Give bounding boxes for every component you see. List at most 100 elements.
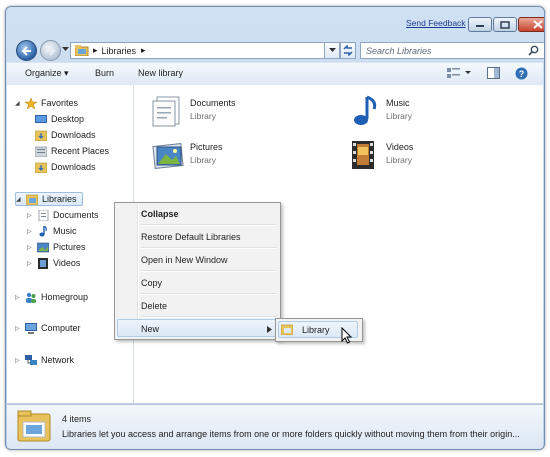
caption-buttons bbox=[467, 17, 544, 32]
maximize-icon bbox=[500, 20, 510, 29]
nav-computer[interactable]: ▷ Computer bbox=[15, 321, 81, 335]
burn-button[interactable]: Burn bbox=[95, 68, 114, 78]
library-name: Pictures bbox=[190, 142, 223, 152]
item-count: 4 items bbox=[62, 414, 92, 424]
nav-label: Homegroup bbox=[41, 292, 89, 302]
back-arrow-icon bbox=[21, 45, 31, 56]
videos-library-icon bbox=[352, 141, 374, 169]
documents-library-icon bbox=[152, 96, 180, 127]
nav-homegroup[interactable]: ▷ Homegroup bbox=[15, 290, 88, 304]
expand-triangle-icon[interactable]: ▷ bbox=[27, 228, 35, 235]
details-pane: 4 items Libraries let you access and arr… bbox=[7, 404, 543, 449]
nav-label: Libraries bbox=[42, 194, 77, 204]
nav-label: Desktop bbox=[51, 114, 85, 124]
change-view-icon[interactable] bbox=[447, 68, 460, 79]
nav-label: Videos bbox=[53, 258, 81, 268]
submenu-arrow-icon bbox=[267, 326, 272, 333]
library-name: Documents bbox=[190, 98, 236, 108]
view-options-chevron-icon[interactable] bbox=[465, 71, 471, 75]
library-type: Library bbox=[190, 111, 216, 121]
nav-downloads-2[interactable]: Downloads bbox=[35, 160, 96, 174]
close-button[interactable] bbox=[518, 17, 544, 32]
menu-separator bbox=[141, 247, 277, 249]
nav-downloads[interactable]: Downloads bbox=[35, 128, 96, 142]
search-icon bbox=[528, 45, 539, 56]
library-item-documents[interactable]: Documents Library bbox=[151, 95, 236, 127]
minimize-icon bbox=[476, 24, 484, 27]
menu-item-new[interactable]: New bbox=[141, 324, 159, 334]
nav-desktop[interactable]: Desktop bbox=[35, 112, 84, 126]
star-icon bbox=[25, 97, 37, 109]
computer-icon bbox=[25, 322, 37, 334]
library-icon bbox=[281, 324, 293, 335]
forward-arrow-icon bbox=[46, 45, 56, 56]
music-note-icon bbox=[39, 225, 47, 236]
libraries-folder-icon bbox=[75, 45, 89, 56]
library-name: Music bbox=[386, 98, 410, 108]
navigation-bar: ▸ Libraries ▸ Search Libraries bbox=[16, 40, 544, 64]
breadcrumb-libraries[interactable]: Libraries bbox=[102, 46, 137, 56]
forward-button[interactable] bbox=[40, 40, 61, 61]
send-feedback-link[interactable]: Send Feedback bbox=[406, 18, 466, 28]
nav-network[interactable]: ▷ Network bbox=[15, 353, 74, 367]
expand-triangle-icon[interactable]: ▷ bbox=[27, 260, 35, 267]
mouse-cursor-icon bbox=[341, 327, 353, 344]
search-box[interactable]: Search Libraries bbox=[360, 42, 544, 59]
submenu-item-library[interactable]: Library bbox=[302, 325, 330, 335]
expand-triangle-icon[interactable]: ▷ bbox=[27, 212, 35, 219]
desktop-icon bbox=[35, 114, 47, 123]
nav-recent-places[interactable]: Recent Places bbox=[35, 144, 109, 158]
menu-item-delete[interactable]: Delete bbox=[141, 301, 167, 311]
nav-lib-videos[interactable]: ▷ Videos bbox=[27, 256, 80, 270]
library-type: Library bbox=[190, 155, 216, 165]
documents-icon bbox=[38, 209, 49, 221]
nav-lib-music[interactable]: ▷ Music bbox=[27, 224, 77, 238]
recent-pages-dropdown-icon[interactable] bbox=[62, 47, 69, 52]
library-item-music[interactable]: Music Library bbox=[347, 95, 412, 127]
organize-button[interactable]: Organize ▾ bbox=[25, 68, 69, 79]
nav-lib-pictures[interactable]: ▷ Pictures bbox=[27, 240, 86, 254]
preview-pane-icon[interactable] bbox=[487, 67, 500, 79]
address-dropdown-button[interactable] bbox=[324, 42, 340, 59]
menu-item-open-new-window[interactable]: Open in New Window bbox=[141, 255, 228, 265]
recent-places-icon bbox=[35, 146, 47, 157]
library-name: Videos bbox=[386, 142, 414, 152]
pictures-icon bbox=[37, 242, 49, 252]
nav-label: Network bbox=[41, 355, 75, 365]
expand-triangle-icon[interactable]: ▷ bbox=[27, 244, 35, 251]
svg-text:?: ? bbox=[519, 69, 525, 79]
expand-triangle-icon[interactable]: ◢ bbox=[16, 196, 24, 203]
nav-label: Computer bbox=[41, 323, 81, 333]
nav-libraries[interactable]: ◢ Libraries bbox=[15, 192, 83, 206]
new-library-button[interactable]: New library bbox=[138, 68, 183, 78]
menu-item-restore-default[interactable]: Restore Default Libraries bbox=[141, 232, 241, 242]
film-strip-icon bbox=[38, 257, 48, 269]
maximize-button[interactable] bbox=[493, 17, 517, 32]
downloads-folder-icon bbox=[35, 162, 47, 173]
refresh-button[interactable] bbox=[340, 42, 356, 59]
nav-favorites[interactable]: ◢ Favorites bbox=[15, 96, 78, 110]
library-item-videos[interactable]: Videos Library bbox=[347, 139, 413, 171]
context-menu: Collapse Restore Default Libraries Open … bbox=[114, 202, 281, 340]
menu-item-copy[interactable]: Copy bbox=[141, 278, 162, 288]
libraries-folder-icon bbox=[26, 194, 38, 205]
minimize-button[interactable] bbox=[468, 17, 492, 32]
nav-label: Downloads bbox=[51, 162, 96, 172]
breadcrumb-separator[interactable]: ▸ bbox=[93, 45, 98, 56]
help-icon[interactable]: ? bbox=[515, 67, 528, 80]
expand-triangle-icon[interactable]: ◢ bbox=[15, 100, 23, 107]
menu-item-collapse[interactable]: Collapse bbox=[141, 209, 179, 219]
expand-triangle-icon[interactable]: ▷ bbox=[15, 325, 23, 332]
address-bar[interactable]: ▸ Libraries ▸ bbox=[70, 42, 352, 59]
nav-lib-documents[interactable]: ▷ Documents bbox=[27, 208, 99, 222]
library-item-pictures[interactable]: Pictures Library bbox=[151, 139, 223, 171]
breadcrumb-separator[interactable]: ▸ bbox=[141, 45, 146, 56]
search-placeholder[interactable]: Search Libraries bbox=[366, 46, 432, 56]
pictures-library-icon bbox=[152, 143, 184, 169]
expand-triangle-icon[interactable]: ▷ bbox=[15, 357, 23, 364]
expand-triangle-icon[interactable]: ▷ bbox=[15, 294, 23, 301]
menu-separator bbox=[141, 224, 277, 226]
close-icon bbox=[533, 20, 543, 29]
back-button[interactable] bbox=[16, 40, 37, 61]
downloads-folder-icon bbox=[35, 130, 47, 141]
